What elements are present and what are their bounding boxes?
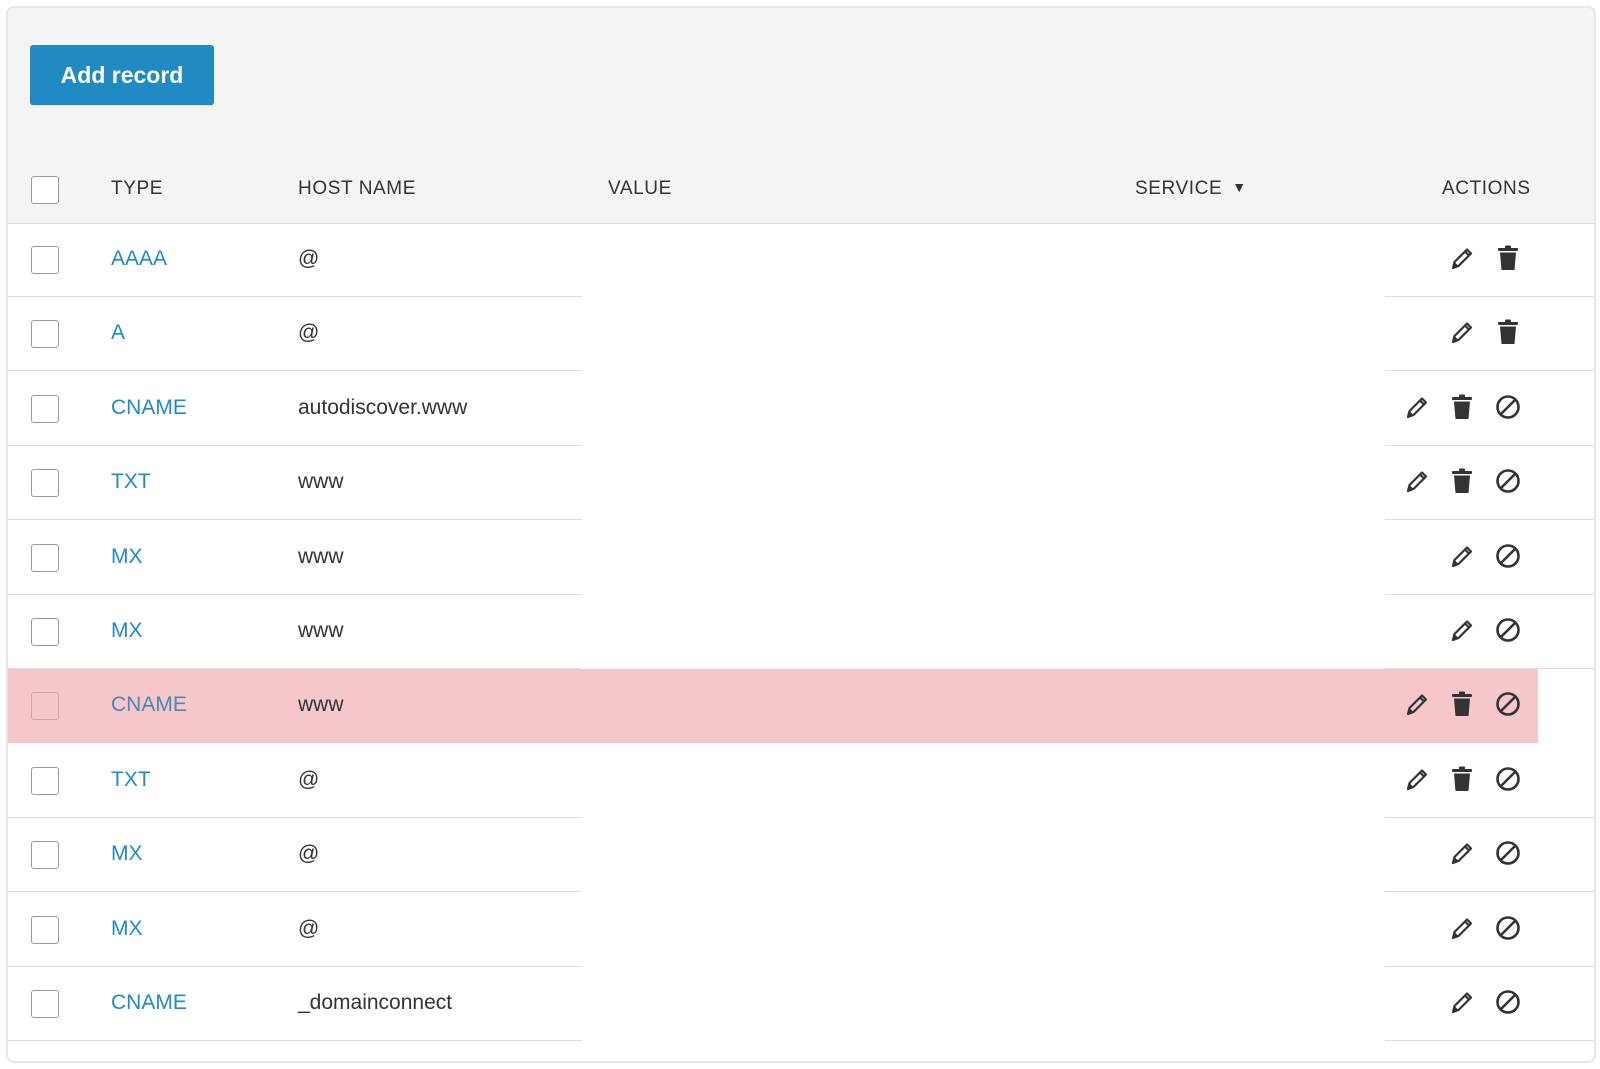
disable-icon[interactable] [1491,985,1525,1019]
record-type-link[interactable]: MX [111,917,143,941]
row-divider [8,1040,582,1041]
row-select-checkbox[interactable] [31,469,59,498]
table-row: MX @ [8,818,1594,893]
disable-icon[interactable] [1491,464,1525,498]
column-header-host-name[interactable]: HOST NAME [298,178,416,200]
row-select-checkbox[interactable] [31,246,59,274]
column-header-actions: ACTIONS [1442,178,1531,199]
table-row: A @ [8,297,1594,372]
add-record-button[interactable]: Add record [30,45,214,105]
table-row: TXT @ [8,744,1594,818]
row-select-checkbox[interactable] [31,692,59,721]
edit-pencil-icon[interactable] [1445,911,1479,945]
edit-pencil-icon[interactable] [1445,985,1479,1019]
record-type-link[interactable]: AAAA [111,247,167,271]
row-select-checkbox[interactable] [31,766,59,795]
record-host-name: www [298,619,344,642]
record-type-link[interactable]: TXT [111,470,151,494]
delete-trash-icon[interactable] [1445,390,1479,424]
disable-icon[interactable] [1491,539,1525,573]
record-type-link[interactable]: TXT [111,768,151,792]
table-row: AAAA @ [8,223,1594,297]
edit-pencil-icon[interactable] [1445,836,1479,870]
disable-icon[interactable] [1491,687,1525,721]
record-type-link[interactable]: CNAME [111,991,187,1015]
column-header-type[interactable]: TYPE [111,178,163,200]
record-host-name: _domainconnect [298,991,453,1014]
delete-trash-icon[interactable] [1445,687,1479,721]
record-host-name: @ [298,767,320,791]
disable-icon[interactable] [1491,911,1525,945]
delete-trash-icon[interactable] [1491,315,1525,349]
row-select-checkbox[interactable] [31,394,59,423]
sort-desc-icon: ▼ [1232,179,1247,195]
select-all-checkbox[interactable] [31,176,59,204]
edit-pencil-icon[interactable] [1445,539,1479,573]
table-row: CNAME _domainconnect [8,967,1594,1041]
row-select-checkbox[interactable] [31,618,59,646]
table-row: MX @ [8,893,1594,967]
row-select-checkbox[interactable] [31,320,59,349]
record-host-name: @ [298,321,320,345]
record-type-link[interactable]: CNAME [111,693,187,717]
record-type-link[interactable]: A [111,321,125,345]
edit-pencil-icon[interactable] [1400,464,1434,498]
row-select-checkbox[interactable] [31,990,59,1018]
record-type-link[interactable]: MX [111,842,143,866]
disable-icon[interactable] [1491,390,1525,424]
table-row: MX www [8,521,1594,595]
delete-trash-icon[interactable] [1445,464,1479,498]
edit-pencil-icon[interactable] [1400,762,1434,796]
table-header-area: Add record TYPE HOST NAME VALUE SERVICE ▼… [8,8,1594,224]
disable-icon[interactable] [1491,613,1525,647]
disable-icon[interactable] [1491,836,1525,870]
row-select-checkbox[interactable] [31,543,59,572]
edit-pencil-icon[interactable] [1400,687,1434,721]
record-host-name: www [298,544,344,568]
record-host-name: @ [298,247,320,270]
edit-pencil-icon[interactable] [1445,241,1479,275]
table-row: MX www [8,595,1594,669]
record-host-name: www [298,470,344,494]
record-type-link[interactable]: CNAME [111,396,187,420]
row-select-checkbox[interactable] [31,915,59,944]
disable-icon[interactable] [1491,762,1525,796]
dns-records-panel: Add record TYPE HOST NAME VALUE SERVICE ▼… [6,6,1596,1063]
delete-trash-icon[interactable] [1445,762,1479,796]
column-header-service[interactable]: SERVICE ▼ [1135,178,1247,200]
table-row: CNAME www [8,669,1538,744]
edit-pencil-icon[interactable] [1400,390,1434,424]
table-row: TXT www [8,446,1594,521]
edit-pencil-icon[interactable] [1445,613,1479,647]
row-divider [1385,1040,1594,1041]
column-header-value[interactable]: VALUE [608,178,672,200]
record-host-name: www [298,693,344,717]
record-type-link[interactable]: MX [111,619,143,643]
edit-pencil-icon[interactable] [1445,315,1479,349]
table-row: CNAME autodiscover.www [8,372,1594,446]
record-host-name: @ [298,842,320,866]
record-type-link[interactable]: MX [111,545,143,569]
delete-trash-icon[interactable] [1491,241,1525,275]
record-host-name: autodiscover.www [298,395,468,419]
record-host-name: @ [298,916,320,940]
service-header-label: SERVICE [1135,178,1223,199]
row-select-checkbox[interactable] [31,841,59,870]
